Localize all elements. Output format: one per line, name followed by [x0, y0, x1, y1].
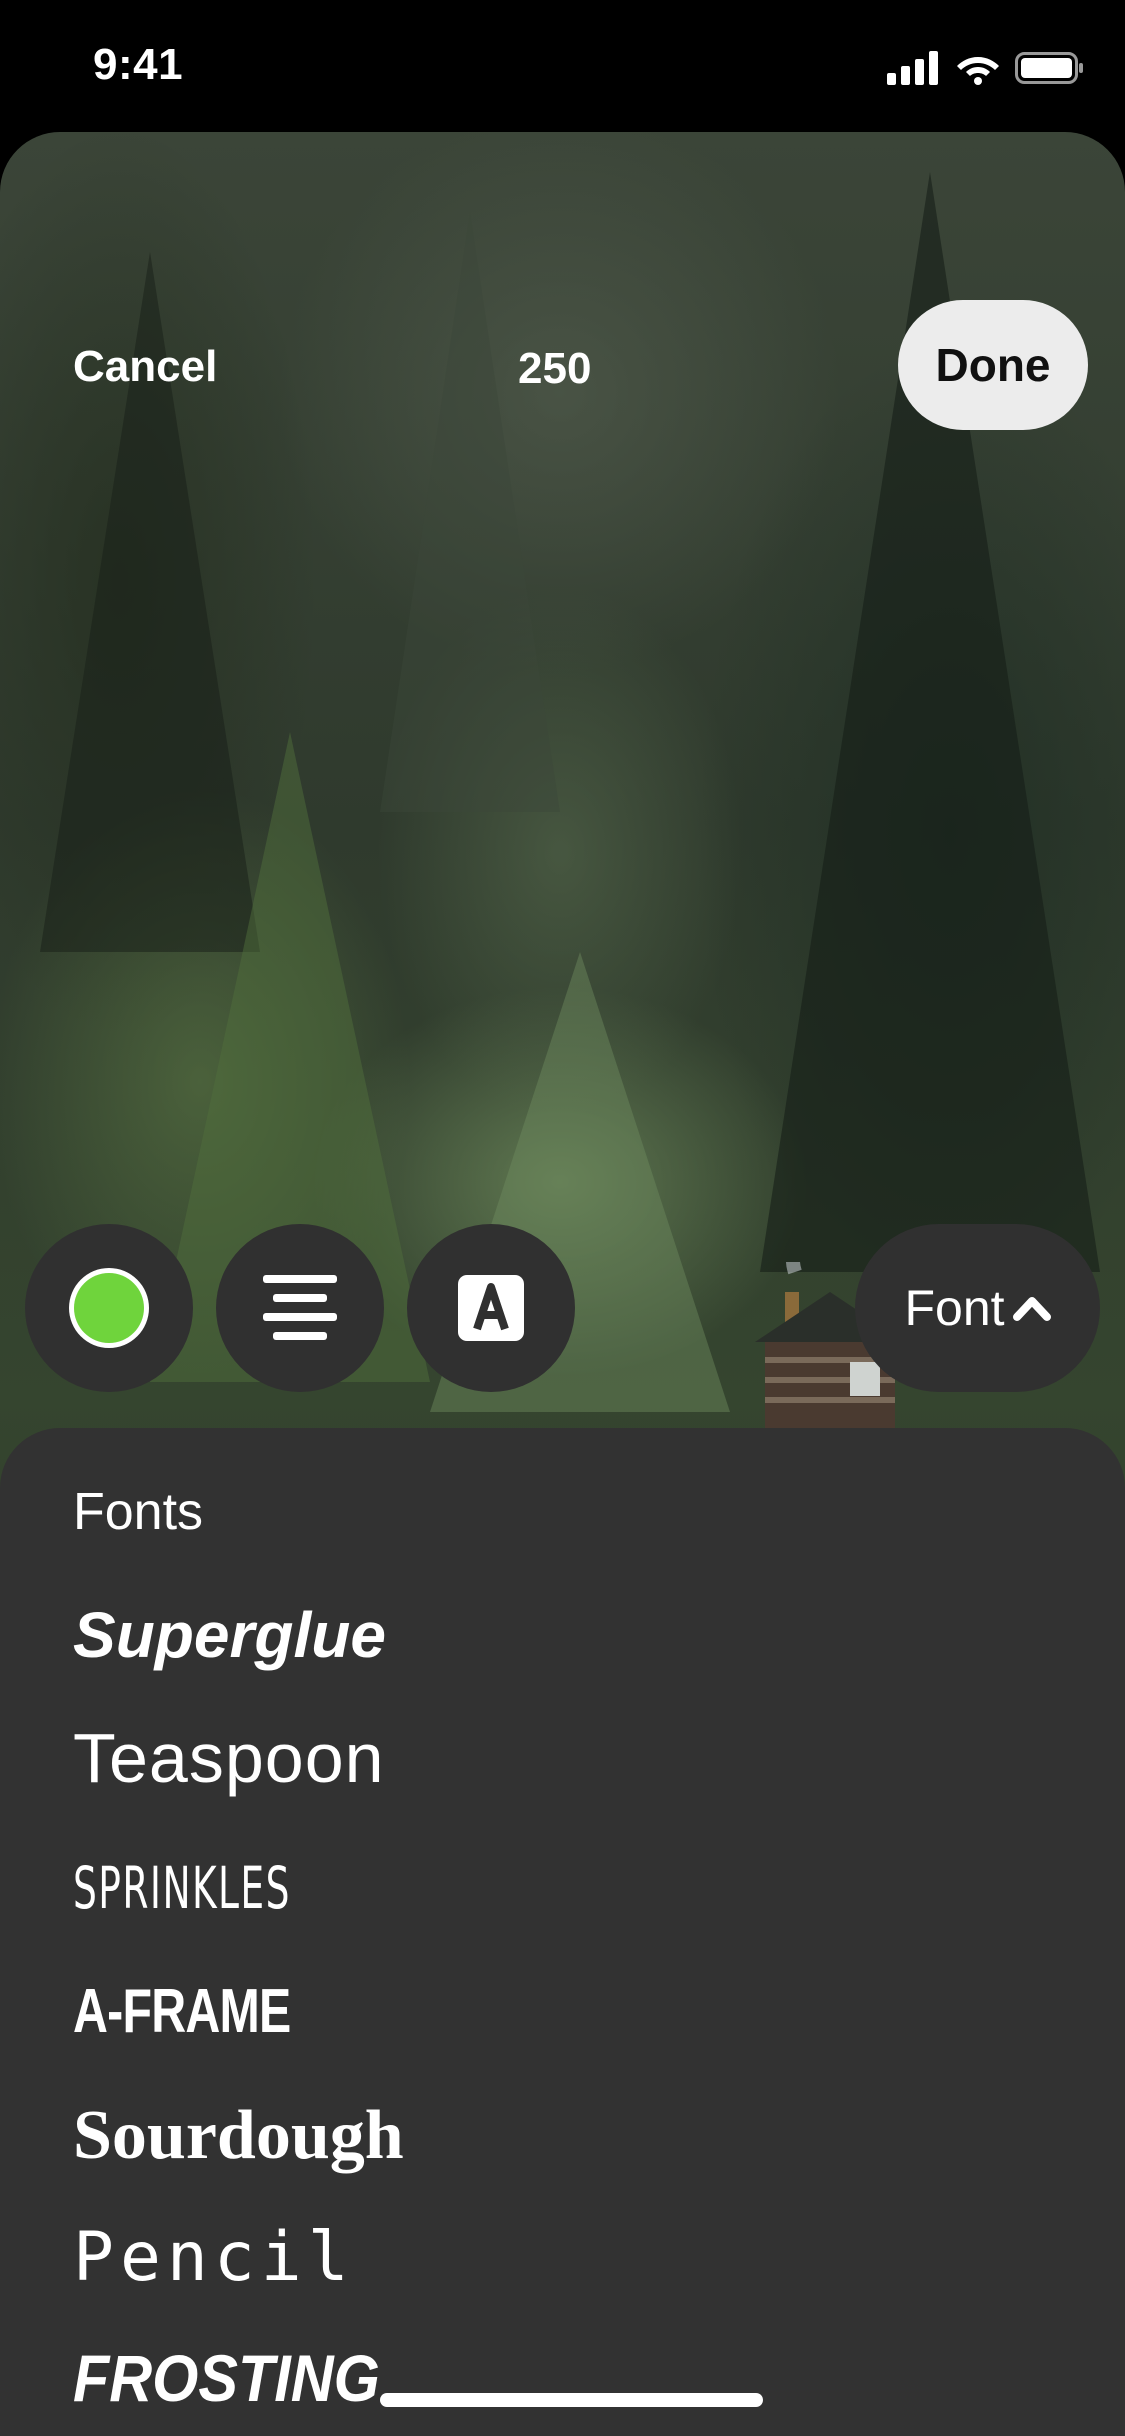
status-time: 9:41	[93, 40, 184, 89]
font-option-a-frame[interactable]: A-FRAME	[73, 1976, 291, 2047]
font-option-sprinkles[interactable]: SPRINKLES	[73, 1854, 291, 1922]
align-center-icon	[263, 1275, 337, 1340]
character-count: 250	[518, 344, 592, 393]
cellular-signal-icon	[887, 51, 938, 85]
done-button[interactable]: Done	[898, 300, 1088, 430]
alignment-button[interactable]	[216, 1224, 384, 1392]
tree-silhouette	[380, 212, 560, 812]
home-indicator[interactable]	[380, 2393, 763, 2407]
font-option-sourdough[interactable]: Sourdough	[73, 2096, 404, 2176]
font-toggle-button[interactable]: Font	[855, 1224, 1100, 1392]
font-option-pencil[interactable]: Pencil	[73, 2218, 355, 2297]
color-swatch-icon	[74, 1273, 144, 1343]
fonts-sheet: Fonts Superglue Teaspoon SPRINKLES A-FRA…	[0, 1428, 1125, 2436]
font-toggle-label: Font	[904, 1280, 1005, 1336]
cancel-button[interactable]: Cancel	[73, 342, 217, 392]
battery-icon	[1015, 52, 1083, 84]
wifi-icon	[957, 57, 999, 85]
status-icons	[887, 48, 1085, 88]
font-option-frosting[interactable]: FROSTING	[73, 2340, 380, 2416]
text-style-icon	[458, 1275, 524, 1341]
font-option-teaspoon[interactable]: Teaspoon	[73, 1718, 385, 1798]
status-bar: 9:41	[0, 0, 1125, 132]
chevron-up-icon	[1012, 1297, 1051, 1321]
fonts-sheet-title: Fonts	[73, 1483, 204, 1541]
font-option-superglue[interactable]: Superglue	[73, 1598, 386, 1672]
color-picker-button[interactable]	[25, 1224, 193, 1392]
text-style-button[interactable]	[407, 1224, 575, 1392]
